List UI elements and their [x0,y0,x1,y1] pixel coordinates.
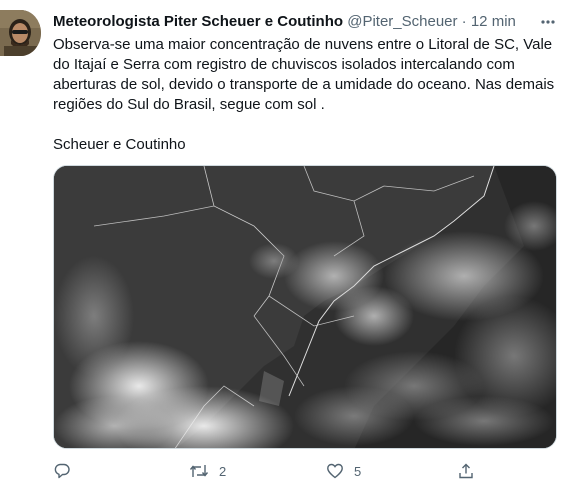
share-icon [459,463,473,479]
satellite-image[interactable] [53,165,557,449]
tweet-header: Meteorologista Piter Scheuer e Coutinho … [53,12,533,32]
tweet-body: Observa-se uma maior concentração de nuv… [53,35,558,155]
retweet-count: 2 [219,463,227,479]
action-bar: 2 5 [53,460,483,482]
avatar-image [0,10,41,56]
user-handle[interactable]: @Piter_Scheuer [347,13,457,30]
display-name[interactable]: Meteorologista Piter Scheuer e Coutinho [53,13,343,30]
reply-button[interactable] [53,460,81,482]
more-icon [541,20,555,24]
reply-icon [54,463,70,479]
like-icon [327,463,343,479]
like-count: 5 [354,463,362,479]
tweet-text: Observa-se uma maior concentração de nuv… [53,36,555,113]
separator-dot: · [461,13,467,30]
tweet[interactable]: Meteorologista Piter Scheuer e Coutinho … [0,0,571,486]
timestamp[interactable]: 12 min [471,13,516,30]
retweet-button[interactable]: 2 [189,460,226,482]
share-button[interactable] [457,460,475,482]
retweet-icon [189,465,209,477]
more-button[interactable] [538,12,558,32]
avatar[interactable] [0,10,41,56]
tweet-signature: Scheuer e Coutinho [53,136,186,153]
satellite-image-graphic [54,166,556,448]
like-button[interactable]: 5 [326,460,361,482]
